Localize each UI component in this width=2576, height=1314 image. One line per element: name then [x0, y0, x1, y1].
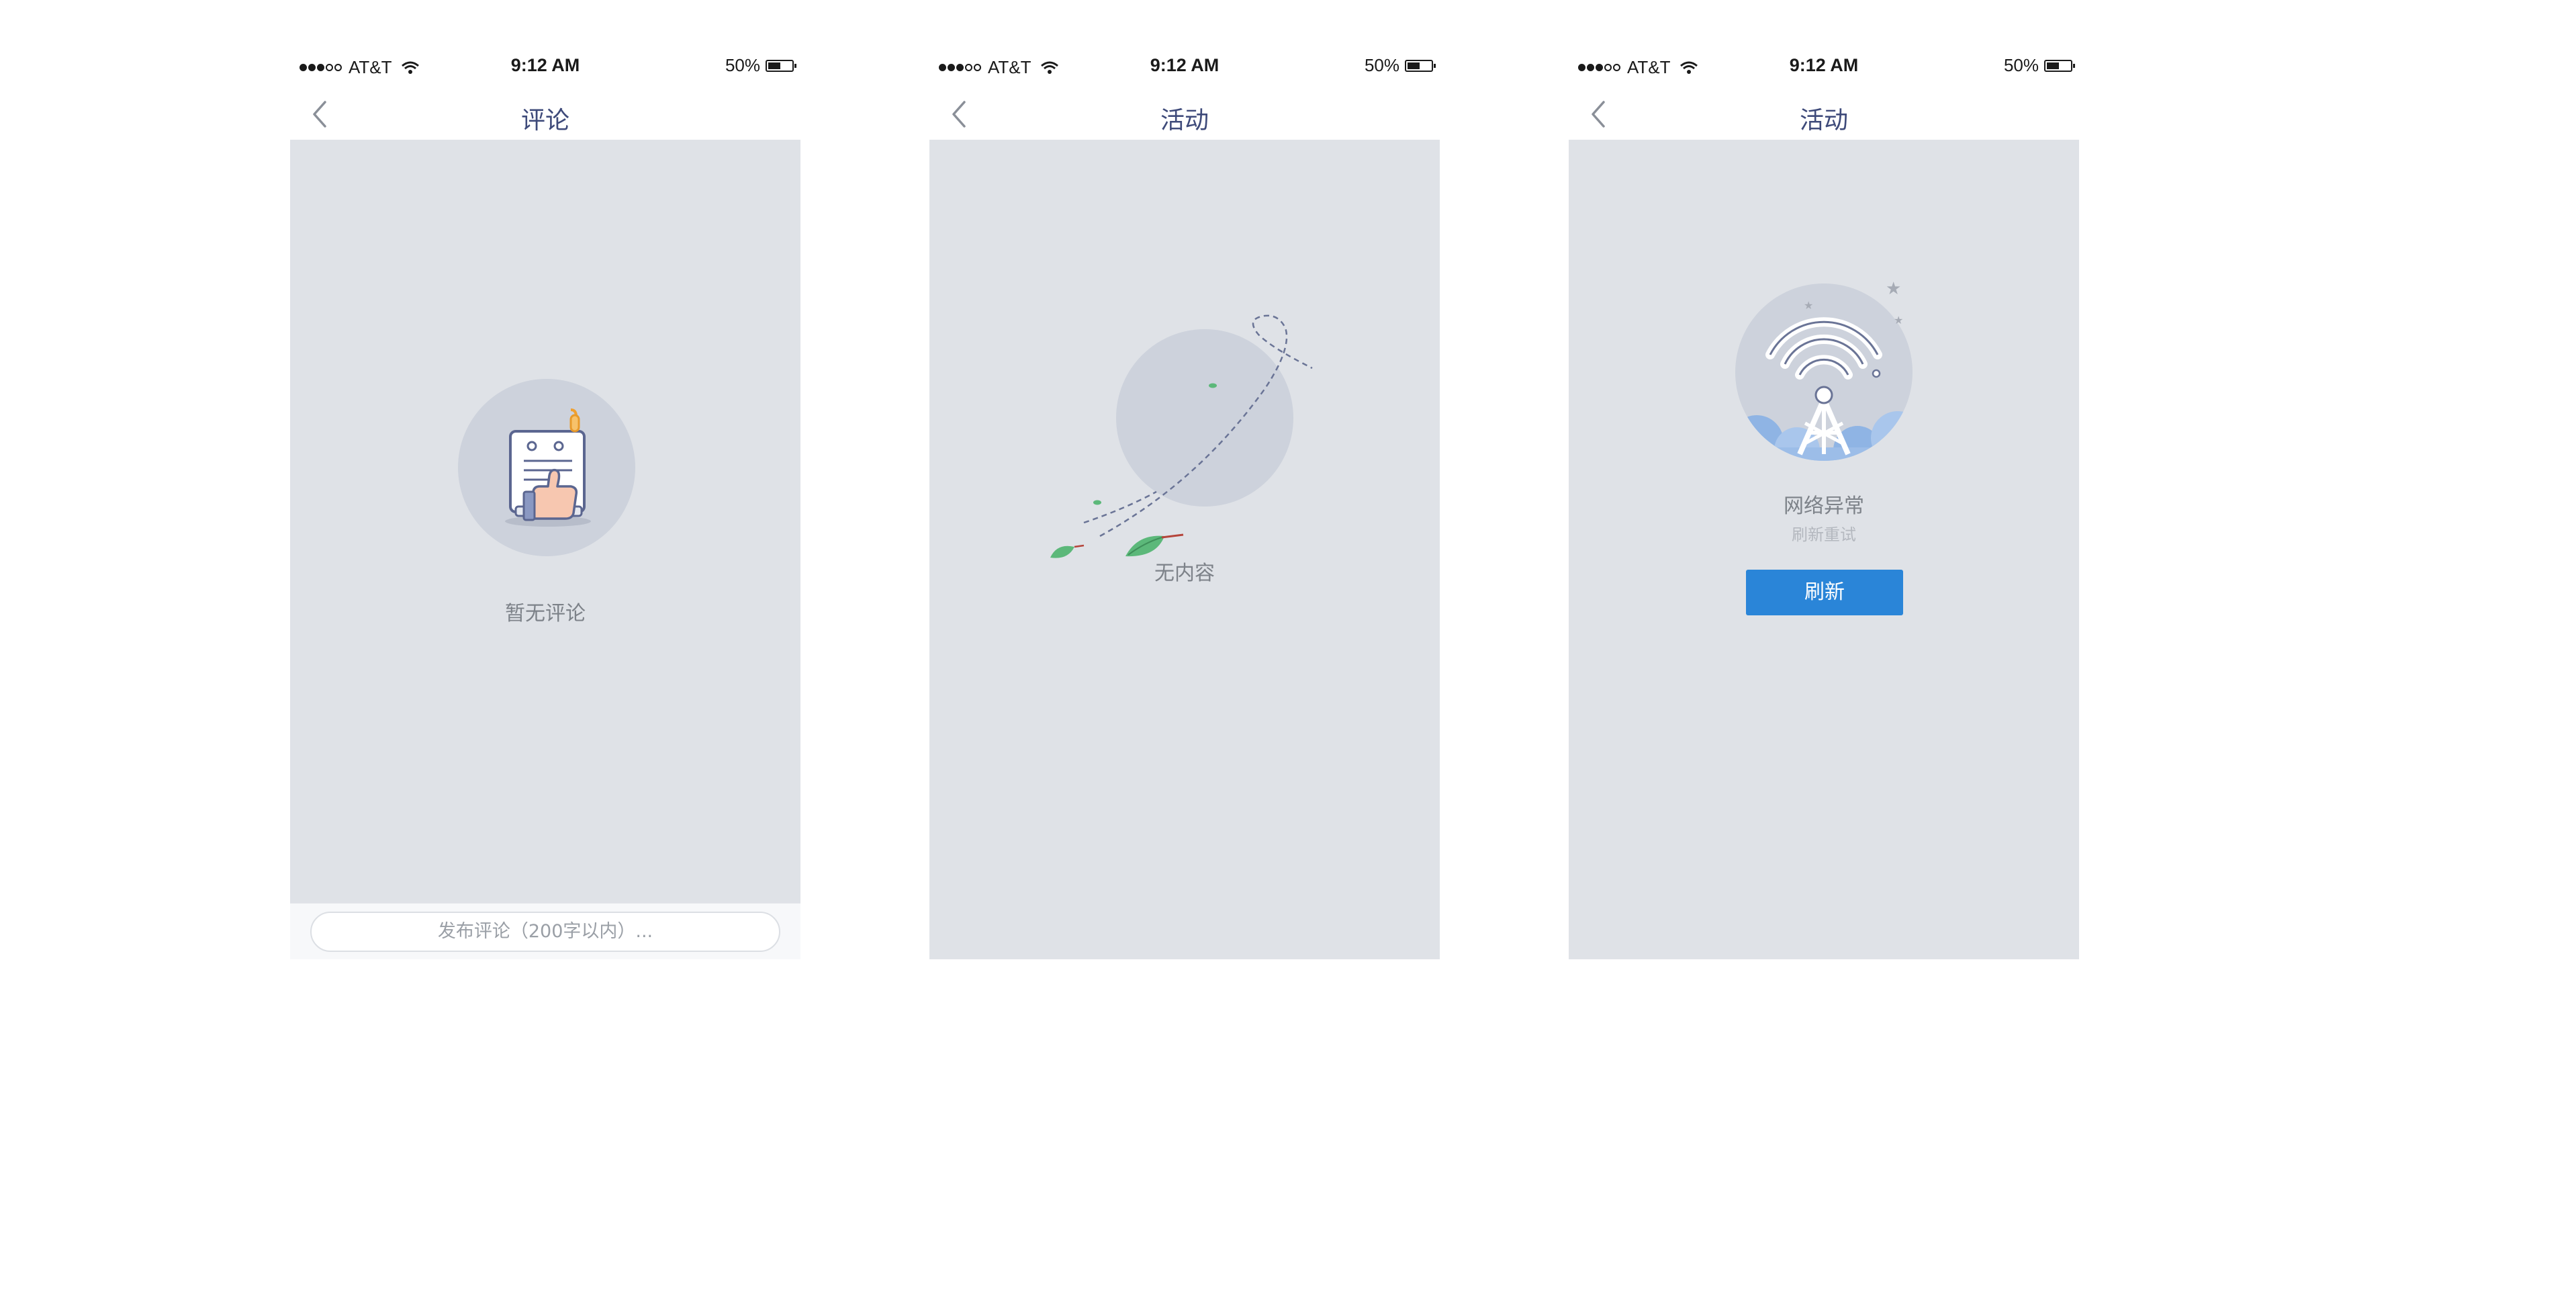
battery-percent: 50%	[1364, 55, 1399, 75]
svg-text:★: ★	[1804, 299, 1813, 312]
status-time: 9:12 AM	[510, 55, 580, 75]
battery-icon	[1405, 59, 1436, 72]
status-bar: AT&T 9:12 AM 50%	[929, 42, 1440, 89]
empty-state-area: 无内容	[929, 140, 1440, 959]
comment-bar: 发布评论（200字以内）...	[290, 903, 800, 959]
empty-activity-text: 无内容	[1154, 562, 1215, 585]
svg-text:★: ★	[1886, 279, 1901, 299]
battery-icon	[2044, 59, 2075, 72]
notepad-thumbs-up-icon	[458, 379, 635, 556]
battery-status: 50%	[725, 55, 796, 76]
nav-bar: 活动	[1569, 89, 2079, 140]
status-time: 9:12 AM	[1150, 55, 1220, 75]
flying-leaves-icon	[1050, 314, 1313, 558]
retry-hint-text: 刷新重试	[1792, 525, 1856, 544]
screen-comments: AT&T 9:12 AM 50% 评论 暂无评论 发布评论（200字以内）...	[290, 42, 800, 959]
battery-percent: 50%	[2003, 55, 2039, 75]
screen-activity-empty: AT&T 9:12 AM 50% 活动 无内容	[929, 42, 1440, 959]
battery-percent: 50%	[725, 55, 760, 75]
refresh-button[interactable]: 刷新	[1746, 570, 1903, 615]
battery-icon	[766, 59, 796, 72]
status-bar: AT&T 9:12 AM 50%	[1569, 42, 2079, 89]
comment-input[interactable]: 发布评论（200字以内）...	[310, 912, 780, 952]
status-time: 9:12 AM	[1789, 55, 1859, 75]
page-title: 活动	[1799, 107, 1848, 134]
network-error-text: 网络异常	[1784, 494, 1864, 518]
status-bar: AT&T 9:12 AM 50%	[290, 42, 800, 89]
nav-bar: 评论	[290, 89, 800, 140]
error-state-area: ★ ★ ★ 网络异常 刷新重试 刷新	[1569, 140, 2079, 959]
svg-text:★: ★	[1894, 314, 1903, 326]
nav-bar: 活动	[929, 89, 1440, 140]
page-title: 活动	[1160, 107, 1209, 134]
empty-state-area: 暂无评论	[290, 140, 800, 903]
signal-tower-icon: ★ ★ ★	[1735, 279, 1913, 461]
battery-status: 50%	[1364, 55, 1436, 76]
screen-activity-network-error: AT&T 9:12 AM 50% 活动 ★ ★ ★ 网络异常 刷新重试 刷新	[1569, 42, 2079, 959]
empty-comments-text: 暂无评论	[505, 602, 586, 625]
battery-status: 50%	[2003, 55, 2075, 76]
page-title: 评论	[520, 107, 569, 134]
